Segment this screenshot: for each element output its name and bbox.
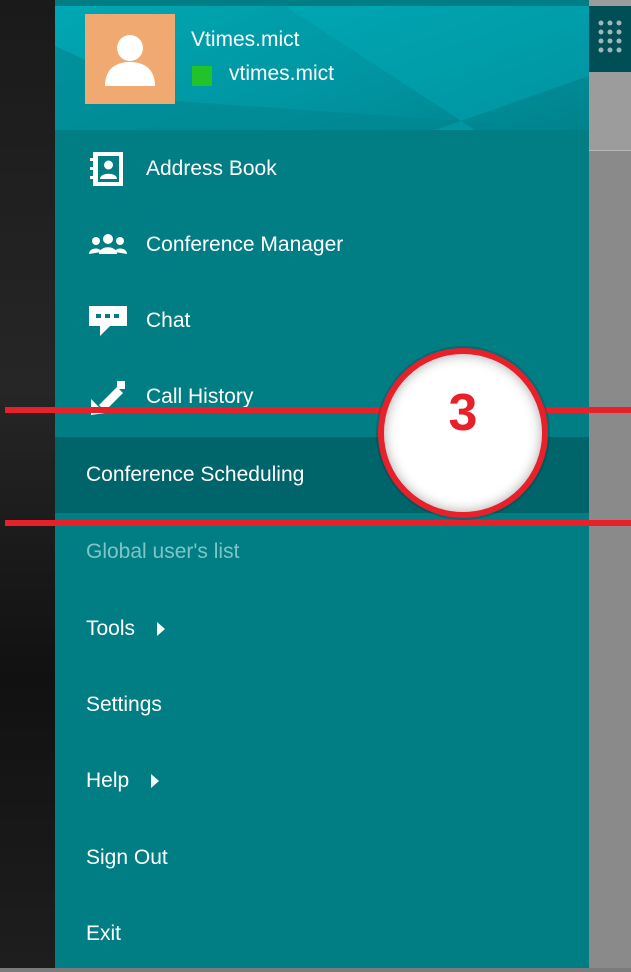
online-status-indicator bbox=[192, 66, 212, 86]
address-book-icon bbox=[85, 149, 131, 189]
submenu-arrow-icon bbox=[151, 774, 160, 788]
menu-item-label: Conference Manager bbox=[146, 233, 344, 256]
menu-item-chat[interactable]: Chat bbox=[55, 283, 589, 359]
background-left bbox=[0, 0, 55, 968]
menu-item-tools[interactable]: Tools bbox=[55, 591, 589, 667]
step-number: 3 bbox=[448, 384, 478, 442]
menu-item-label: Sign Out bbox=[86, 846, 168, 869]
menu-item-label: Call History bbox=[146, 385, 254, 408]
step-number-callout: 3 bbox=[378, 348, 548, 518]
menu-item-address-book[interactable]: Address Book bbox=[55, 131, 589, 207]
menu-item-label: Help bbox=[86, 769, 130, 792]
menu-item-settings[interactable]: Settings bbox=[55, 667, 589, 743]
user-header: Vtimes.mict vtimes.mict bbox=[55, 6, 589, 130]
menu-item-label: Tools bbox=[86, 617, 136, 640]
user-account-name: vtimes.mict bbox=[229, 62, 334, 85]
menu-item-label: Settings bbox=[86, 693, 162, 716]
conference-manager-icon bbox=[85, 225, 131, 265]
menu-item-sign-out[interactable]: Sign Out bbox=[55, 820, 589, 896]
dialpad-grid-icon[interactable] bbox=[589, 6, 631, 72]
annotation-line-bottom bbox=[5, 520, 631, 526]
menu-item-label: Conference Scheduling bbox=[86, 463, 305, 486]
user-silhouette-icon bbox=[105, 35, 155, 86]
menu-item-conference-manager[interactable]: Conference Manager bbox=[55, 207, 589, 283]
menu-item-label: Address Book bbox=[146, 157, 277, 180]
avatar[interactable] bbox=[85, 14, 175, 104]
menu-item-label: Chat bbox=[146, 309, 191, 332]
submenu-arrow-icon bbox=[157, 622, 166, 636]
chat-icon bbox=[85, 301, 131, 341]
menu-item-help[interactable]: Help bbox=[55, 743, 589, 819]
menu-item-label: Exit bbox=[86, 922, 122, 945]
menu-item-label: Global user's list bbox=[86, 540, 240, 563]
menu-item-exit[interactable]: Exit bbox=[55, 896, 589, 972]
user-display-name: Vtimes.mict bbox=[191, 28, 300, 51]
